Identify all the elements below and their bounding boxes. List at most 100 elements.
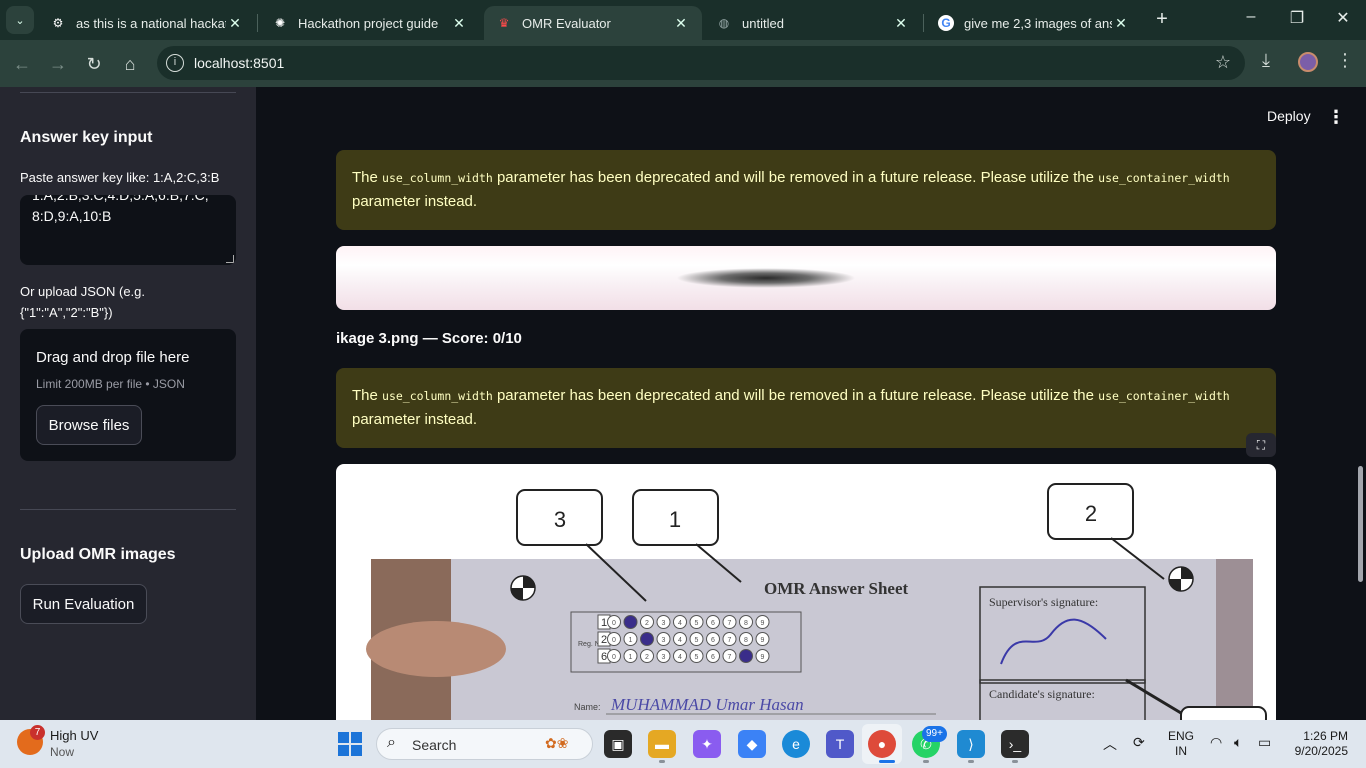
chrome-menu-icon[interactable]: ⋮ — [1336, 50, 1354, 71]
row-digit-label: 6 — [601, 651, 607, 663]
divider — [20, 92, 236, 93]
warning-text: parameter has been deprecated and will b… — [492, 387, 1099, 404]
globe-icon: ◍ — [718, 16, 730, 30]
close-icon[interactable]: ✕ — [450, 15, 468, 32]
windows-taskbar: 7 High UV Now ⌕ Search ✿❀ ▣ ▬ ✦ ◆ e T ● … — [0, 720, 1366, 768]
bubble-digit: 1 — [629, 637, 633, 644]
weather-icon[interactable]: 7 — [17, 725, 45, 755]
bubble-filled — [739, 649, 753, 663]
bubble-digit: 7 — [728, 620, 732, 627]
taskbar-search[interactable]: ⌕ Search ✿❀ — [376, 728, 593, 760]
page-scrollbar[interactable] — [1355, 88, 1366, 720]
answer-key-textarea[interactable]: 1:A,2:B,3:C,4:D,5:A,6:B,7:C, 8:D,9:A,10:… — [20, 195, 236, 265]
forward-button[interactable]: → — [44, 50, 72, 78]
tab-omr-evaluator[interactable]: ♛ OMR Evaluator ✕ — [484, 6, 702, 40]
minimize-button[interactable]: – — [1228, 8, 1274, 32]
main-menu-icon[interactable]: ⋮ — [1327, 107, 1345, 128]
google-icon: G — [938, 15, 954, 31]
site-info-icon[interactable]: i — [166, 54, 184, 72]
bubble-digit: 5 — [695, 620, 699, 627]
task-view-icon[interactable]: ▣ — [604, 730, 632, 758]
chrome-icon[interactable]: ● — [868, 730, 896, 758]
openai-icon: ✺ — [274, 16, 286, 30]
volume-icon[interactable]: 🔈︎ — [1234, 734, 1242, 751]
running-indicator — [659, 760, 665, 763]
home-button[interactable]: ⌂ — [116, 50, 144, 78]
bubble-digit: 9 — [761, 654, 765, 661]
bubble-digit: 0 — [612, 637, 616, 644]
dropzone-limit: Limit 200MB per file • JSON — [36, 377, 185, 391]
paste-answer-key-label: Paste answer key like: 1:A,2:C,3:B — [20, 170, 220, 185]
score-caption: ikage 3.png — Score: 0/10 — [336, 330, 522, 347]
fullscreen-icon[interactable]: ⛶ — [1246, 433, 1276, 457]
tab-project-guide[interactable]: ✺ Hackathon project guide ✕ — [260, 6, 480, 40]
start-button[interactable] — [338, 732, 362, 756]
clock-date: 9/20/2025 — [1294, 744, 1348, 758]
tab-untitled[interactable]: ◍ untitled ✕ — [704, 6, 922, 40]
close-icon[interactable]: ✕ — [1112, 15, 1130, 32]
bubble-digit: 6 — [711, 637, 715, 644]
close-window-button[interactable]: ✕ — [1320, 8, 1366, 32]
streamlit-icon: ♛ — [498, 16, 510, 30]
whatsapp-badge: 99+ — [922, 726, 947, 742]
region-code: IN — [1175, 744, 1187, 758]
bookmark-star-icon[interactable]: ☆ — [1215, 52, 1231, 73]
resize-handle-icon[interactable] — [226, 255, 234, 263]
bubble-digit: 3 — [662, 620, 666, 627]
battery-icon[interactable]: ▭ — [1258, 734, 1271, 751]
row-digit-label: 1 — [601, 617, 607, 629]
language-indicator[interactable]: ENG IN — [1168, 729, 1194, 759]
profile-avatar[interactable] — [1298, 52, 1318, 72]
callout-3-label: 3 — [554, 507, 566, 532]
bubble-digit: 0 — [612, 620, 616, 627]
new-tab-button[interactable]: + — [1150, 8, 1174, 32]
file-explorer-icon[interactable]: ▬ — [648, 730, 676, 758]
run-evaluation-button[interactable]: Run Evaluation — [20, 584, 147, 624]
teams-icon[interactable]: T — [826, 730, 854, 758]
address-bar[interactable]: i localhost:8501 ☆ — [157, 46, 1245, 80]
back-button[interactable]: ← — [8, 50, 36, 78]
restore-button[interactable]: ❐ — [1274, 8, 1320, 32]
download-icon[interactable]: ⤓ — [1262, 50, 1270, 71]
candidate-label: Candidate's signature: — [989, 687, 1095, 701]
search-icon: ⌕ — [387, 734, 396, 751]
tab-hackathon-chat[interactable]: ⚙ as this is a national hackatho ✕ — [38, 6, 256, 40]
search-label: Search — [412, 737, 457, 753]
weather-badge: 7 — [30, 725, 45, 740]
upload-omr-heading: Upload OMR images — [20, 546, 176, 563]
bubble-digit: 0 — [612, 654, 616, 661]
bubble-digit: 7 — [728, 637, 732, 644]
browser-toolbar: ← → ↻ ⌂ i localhost:8501 ☆ ⤓ ⋮ — [0, 40, 1366, 87]
upload-json-label-line1: Or upload JSON (e.g. — [20, 284, 145, 299]
row-digit-label: 2 — [601, 634, 607, 646]
omr-sheet-drawing: 3 1 2 OMR Answer Sheet Supervisor's sign… — [366, 483, 1267, 720]
show-hidden-icons[interactable]: ︿ — [1103, 734, 1117, 754]
reload-button[interactable]: ↻ — [80, 50, 108, 78]
browser-tab-strip: ⌄ ⚙ as this is a national hackatho ✕ ✺ H… — [0, 0, 1366, 40]
close-icon[interactable]: ✕ — [892, 15, 910, 32]
bubble-digit: 5 — [695, 637, 699, 644]
close-icon[interactable]: ✕ — [226, 15, 244, 32]
scrollbar-thumb[interactable] — [1358, 466, 1363, 582]
wifi-icon[interactable]: ◠ — [1210, 734, 1222, 751]
bubble-digit: 6 — [711, 654, 715, 661]
github-icon: ⚙ — [52, 16, 64, 30]
tab-search-button[interactable]: ⌄ — [6, 6, 34, 34]
json-file-dropzone[interactable]: Drag and drop file here Limit 200MB per … — [20, 329, 236, 461]
vscode-icon[interactable]: ⟩ — [957, 730, 985, 758]
clock[interactable]: 1:26 PM 9/20/2025 — [1288, 729, 1348, 759]
deploy-button[interactable]: Deploy — [1267, 108, 1311, 124]
tab-separator — [257, 14, 258, 32]
bubble-digit: 9 — [761, 637, 765, 644]
handwritten-name: MUHAMMAD Umar Hasan — [610, 695, 804, 714]
tab-google-search[interactable]: G give me 2,3 images of answ ✕ — [926, 6, 1142, 40]
browse-files-button[interactable]: Browse files — [36, 405, 142, 445]
sync-icon[interactable]: ⟳ — [1133, 734, 1145, 751]
microsoft-365-icon[interactable]: ◆ — [738, 730, 766, 758]
copilot-icon[interactable]: ✦ — [693, 730, 721, 758]
terminal-icon[interactable]: ›_ — [1001, 730, 1029, 758]
edge-icon[interactable]: e — [782, 730, 810, 758]
close-icon[interactable]: ✕ — [672, 15, 690, 32]
omr-sheet-image: 3 1 2 OMR Answer Sheet Supervisor's sign… — [336, 464, 1276, 720]
divider — [20, 509, 236, 510]
